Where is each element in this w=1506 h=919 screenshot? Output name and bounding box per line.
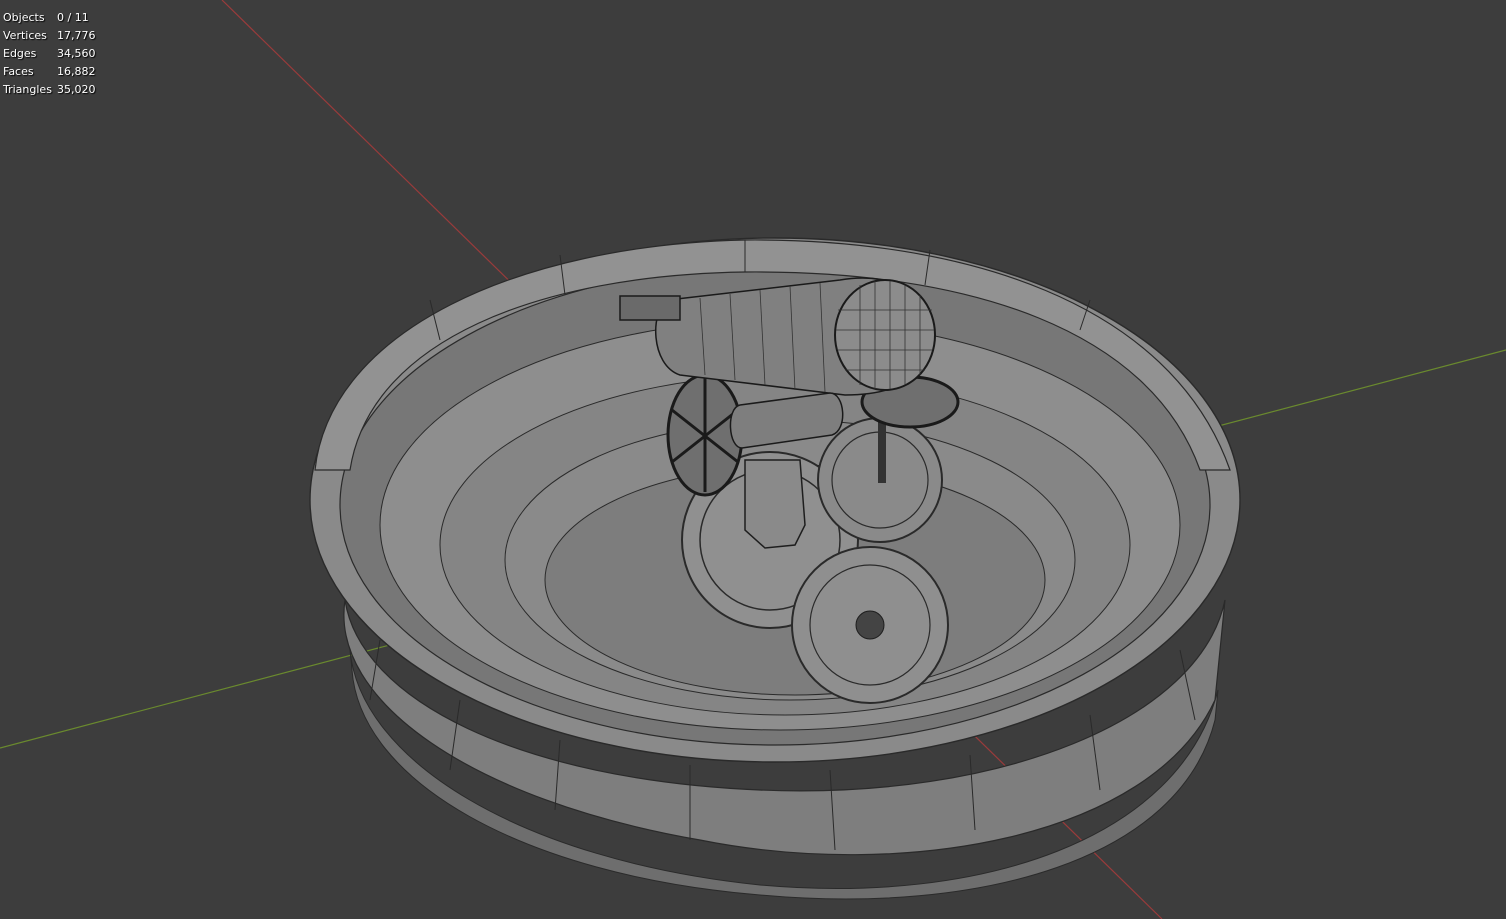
stat-row-objects: Objects 0 / 11 (3, 9, 96, 27)
gear-bottom-center (855, 610, 885, 640)
viewport-statistics-overlay: Objects 0 / 11 Vertices 17,776 Edges 34,… (3, 9, 96, 99)
stat-value-faces: 16,882 (57, 65, 96, 78)
stat-value-objects: 0 / 11 (57, 11, 89, 24)
stat-label-vertices: Vertices (3, 29, 47, 42)
stat-label-faces: Faces (3, 65, 34, 78)
stat-value-triangles: 35,020 (57, 83, 96, 96)
support-post (878, 415, 886, 483)
stat-row-edges: Edges 34,560 (3, 45, 96, 63)
stat-label-objects: Objects (3, 11, 45, 24)
stat-label-edges: Edges (3, 47, 37, 60)
stat-label-triangles: Triangles (3, 83, 52, 96)
stat-row-faces: Faces 16,882 (3, 63, 96, 81)
stat-value-edges: 34,560 (57, 47, 96, 60)
stat-row-vertices: Vertices 17,776 (3, 27, 96, 45)
pedestal (744, 459, 806, 549)
tower-model[interactable] (309, 237, 1241, 900)
3d-viewport[interactable]: Objects 0 / 11 Vertices 17,776 Edges 34,… (0, 0, 1506, 919)
scope-tube (619, 295, 681, 321)
stat-value-vertices: 17,776 (57, 29, 96, 42)
3d-scene-canvas[interactable] (0, 0, 1506, 919)
stat-row-triangles: Triangles 35,020 (3, 81, 96, 99)
